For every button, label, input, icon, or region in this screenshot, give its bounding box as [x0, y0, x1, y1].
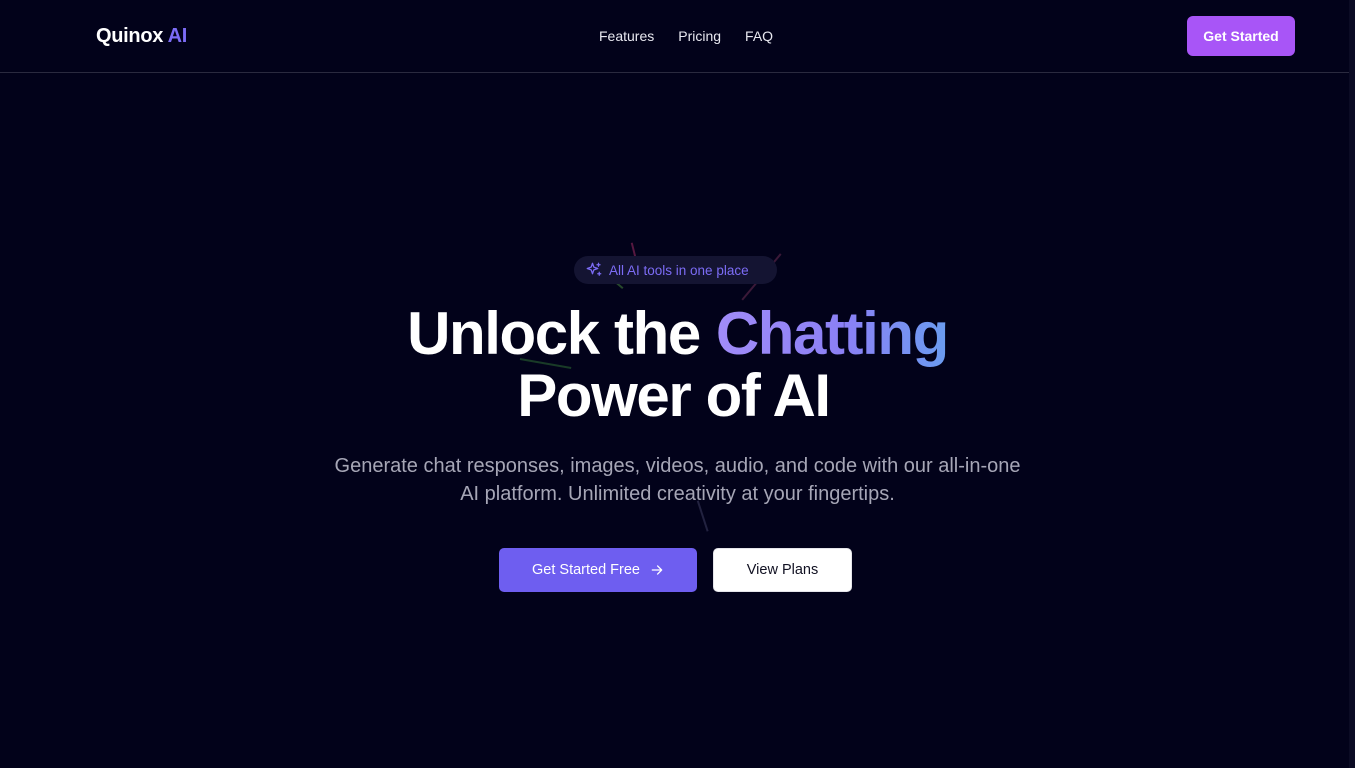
- view-plans-button[interactable]: View Plans: [713, 548, 852, 592]
- logo[interactable]: Quinox AI: [96, 24, 187, 48]
- nav-links: Features Pricing FAQ: [599, 27, 773, 45]
- get-started-button[interactable]: Get Started: [1187, 16, 1295, 56]
- hero-title: Unlock the Chatting Power of AI: [0, 303, 1355, 427]
- title-highlight: Chatting: [715, 300, 949, 367]
- logo-brand: Quinox: [96, 25, 164, 47]
- nav-link-pricing[interactable]: Pricing: [678, 27, 721, 45]
- landing-page: Quinox AI Features Pricing FAQ Get Start…: [0, 0, 1355, 768]
- get-started-free-button[interactable]: Get Started Free: [499, 548, 697, 592]
- nav-link-features[interactable]: Features: [599, 27, 654, 45]
- logo-accent: AI: [167, 25, 188, 47]
- title-part-1: Unlock the: [407, 300, 701, 367]
- nav-link-faq[interactable]: FAQ: [745, 27, 773, 45]
- scrollbar[interactable]: [1349, 0, 1355, 768]
- title-line-2: Power of AI: [517, 362, 831, 429]
- hero-subtitle: Generate chat responses, images, videos,…: [334, 455, 1021, 505]
- badge-text: All AI tools in one place: [609, 262, 749, 278]
- primary-button-label: Get Started Free: [532, 562, 640, 578]
- arrow-right-icon: [651, 565, 663, 575]
- top-navbar: Quinox AI Features Pricing FAQ Get Start…: [0, 0, 1349, 73]
- sparkles-icon: [586, 262, 602, 276]
- hero-badge: All AI tools in one place: [574, 256, 777, 284]
